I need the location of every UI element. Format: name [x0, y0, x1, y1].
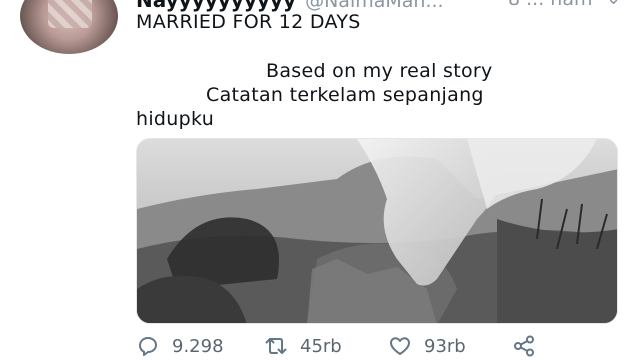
like-count: 93rb: [424, 335, 466, 357]
avatar[interactable]: [20, 0, 118, 54]
like-button[interactable]: 93rb: [388, 333, 466, 359]
retweet-icon: [265, 338, 287, 354]
reply-icon: [139, 337, 157, 356]
tweet-text-line-3: Catatan terkelam sepanjang: [206, 84, 484, 106]
heart-icon: [390, 337, 410, 355]
chevron-down-icon[interactable]: ⌄: [606, 0, 621, 9]
tweet[interactable]: Nayyyyyyyyyy @NaimaMah... 8 ... ham ⌄ MA…: [0, 0, 640, 360]
tweet-text-line-4: hidupku: [136, 108, 215, 130]
retweet-button[interactable]: 45rb: [264, 333, 342, 359]
tweet-text-line-2: Based on my real story: [266, 60, 493, 82]
reply-button[interactable]: 9.298: [136, 333, 224, 359]
tweet-time[interactable]: 8 ... ham: [508, 0, 592, 10]
tweet-text-line-1: MARRIED FOR 12 DAYS: [136, 11, 361, 33]
tweet-actions: 9.298 45rb 93rb: [136, 333, 616, 359]
media-photo: [137, 139, 617, 323]
avatar-blur: [48, 0, 92, 28]
reply-count: 9.298: [172, 335, 224, 357]
retweet-count: 45rb: [300, 335, 342, 357]
share-button[interactable]: [512, 333, 536, 359]
share-icon: [514, 335, 534, 357]
tweet-media-image[interactable]: [136, 138, 618, 324]
tweet-header: Nayyyyyyyyyy @NaimaMah... 8 ... ham ⌄: [136, 0, 636, 12]
